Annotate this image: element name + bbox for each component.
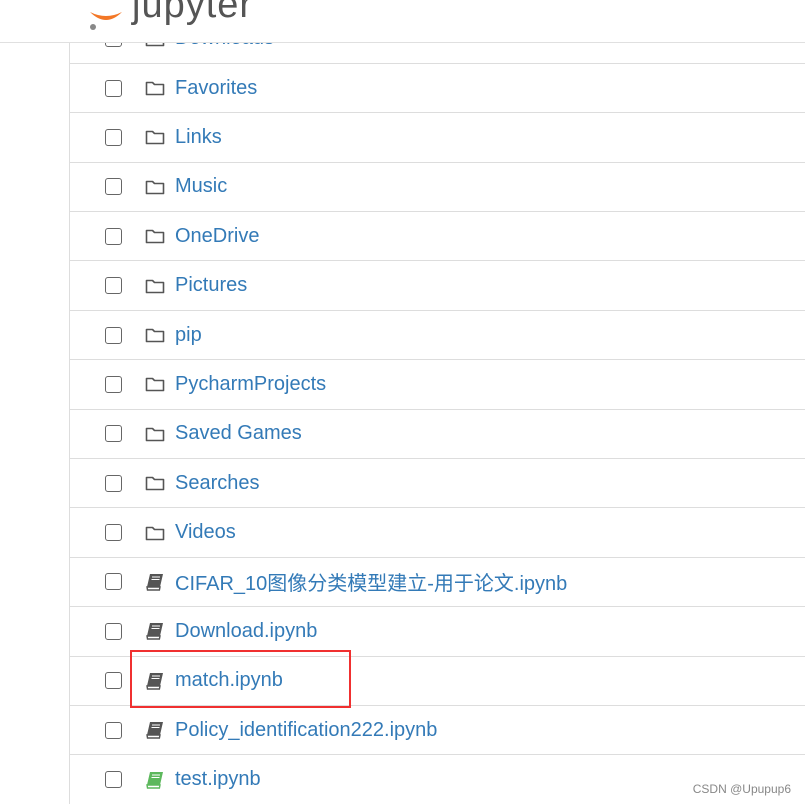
folder-icon bbox=[145, 178, 165, 196]
file-link[interactable]: Searches bbox=[175, 472, 260, 495]
file-row[interactable]: pip bbox=[70, 309, 805, 359]
jupyter-logo-text[interactable]: jupyter bbox=[132, 0, 253, 27]
select-checkbox[interactable] bbox=[105, 721, 122, 739]
file-link[interactable]: Saved Games bbox=[175, 422, 302, 445]
file-row[interactable]: Favorites bbox=[70, 62, 805, 112]
select-checkbox[interactable] bbox=[105, 277, 122, 295]
select-checkbox[interactable] bbox=[105, 524, 122, 542]
select-checkbox[interactable] bbox=[105, 474, 122, 492]
jupyter-logo-icon[interactable] bbox=[86, 0, 126, 32]
folder-icon bbox=[145, 128, 165, 146]
select-checkbox[interactable] bbox=[105, 672, 122, 690]
file-row[interactable]: CIFAR_10图像分类模型建立-用于论文.ipynb bbox=[70, 556, 805, 606]
select-checkbox[interactable] bbox=[105, 375, 122, 393]
folder-icon bbox=[145, 79, 165, 97]
file-row[interactable]: Download.ipynb bbox=[70, 606, 805, 655]
folder-icon bbox=[145, 375, 165, 393]
file-link[interactable]: Links bbox=[175, 126, 222, 149]
file-link[interactable]: PycharmProjects bbox=[175, 373, 326, 396]
select-checkbox[interactable] bbox=[105, 622, 122, 640]
watermark: CSDN @Upupup6 bbox=[692, 782, 791, 796]
file-row[interactable]: Music bbox=[70, 161, 805, 211]
file-link[interactable]: Download.ipynb bbox=[175, 620, 317, 643]
select-checkbox[interactable] bbox=[105, 771, 122, 789]
select-checkbox[interactable] bbox=[105, 128, 122, 146]
file-row[interactable]: Links bbox=[70, 112, 805, 161]
file-link[interactable]: Videos bbox=[175, 521, 236, 544]
file-link[interactable]: CIFAR_10图像分类模型建立-用于论文.ipynb bbox=[175, 567, 567, 596]
file-link[interactable]: Music bbox=[175, 175, 227, 198]
select-checkbox[interactable] bbox=[105, 227, 122, 245]
file-row[interactable]: OneDrive bbox=[70, 211, 805, 260]
file-link[interactable]: pip bbox=[175, 324, 202, 347]
notebook-icon bbox=[145, 721, 165, 739]
select-checkbox[interactable] bbox=[105, 178, 122, 196]
highlight-box bbox=[130, 650, 351, 708]
select-checkbox[interactable] bbox=[105, 425, 122, 443]
file-link[interactable]: Favorites bbox=[175, 77, 257, 100]
file-row[interactable]: Policy_identification222.ipynb bbox=[70, 704, 805, 754]
folder-icon bbox=[145, 227, 165, 245]
notebook-icon bbox=[145, 573, 165, 591]
file-row[interactable]: test.ipynb bbox=[70, 754, 805, 803]
file-link[interactable]: Policy_identification222.ipynb bbox=[175, 719, 437, 742]
folder-icon bbox=[145, 474, 165, 492]
notebook-icon bbox=[145, 771, 165, 789]
file-link[interactable]: Pictures bbox=[175, 274, 247, 297]
file-row[interactable]: Searches bbox=[70, 458, 805, 507]
file-row[interactable]: Saved Games bbox=[70, 408, 805, 458]
folder-icon bbox=[145, 524, 165, 542]
jupyter-header: jupyter bbox=[0, 0, 805, 43]
select-checkbox[interactable] bbox=[105, 79, 122, 97]
file-row[interactable]: PycharmProjects bbox=[70, 359, 805, 408]
select-checkbox[interactable] bbox=[105, 573, 122, 591]
file-row[interactable]: Pictures bbox=[70, 260, 805, 309]
folder-icon bbox=[145, 326, 165, 344]
file-link[interactable]: OneDrive bbox=[175, 225, 259, 248]
folder-icon bbox=[145, 425, 165, 443]
folder-icon bbox=[145, 277, 165, 295]
notebook-icon bbox=[145, 622, 165, 641]
select-checkbox[interactable] bbox=[105, 326, 122, 344]
file-link[interactable]: test.ipynb bbox=[175, 768, 261, 791]
file-row[interactable]: Videos bbox=[70, 507, 805, 556]
